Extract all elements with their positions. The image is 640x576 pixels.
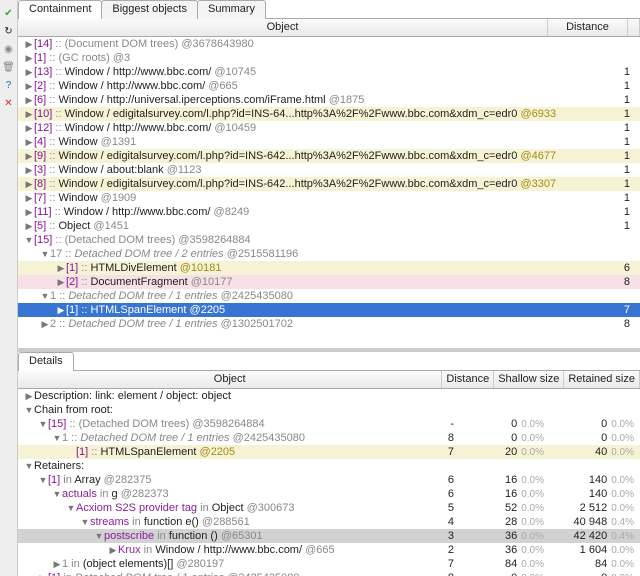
detail-row[interactable]: [1] :: HTMLSpanElement @22057200.0%400.0… <box>18 445 640 459</box>
tree-row[interactable]: [4] :: Window @13911 <box>18 135 640 149</box>
detail-row[interactable]: Acxiom S2S provider tag in Object @30067… <box>18 501 640 515</box>
tree-row[interactable]: [13] :: Window / http://www.bbc.com/ @10… <box>18 65 640 79</box>
tree-row[interactable]: [2] :: DocumentFragment @101778 <box>18 275 640 289</box>
toolbar: ✔ ↻ ◉ 🗑 ? ✕ <box>0 0 18 576</box>
detail-row[interactable]: actuals in g @2823736160.0%1400.0% <box>18 487 640 501</box>
tree-row[interactable]: [14] :: (Document DOM trees) @3678643980 <box>18 37 640 51</box>
circle-icon[interactable]: ◉ <box>1 42 17 58</box>
reload-icon[interactable]: ↻ <box>1 24 17 40</box>
object-tree[interactable]: [14] :: (Document DOM trees) @3678643980… <box>18 37 640 352</box>
detail-row[interactable]: [15] :: (Detached DOM trees) @3598264884… <box>18 417 640 431</box>
tab-summary[interactable]: Summary <box>197 0 266 19</box>
detail-row[interactable]: streams in function e() @2885614280.0%40… <box>18 515 640 529</box>
tab-details[interactable]: Details <box>18 352 74 371</box>
trash-icon[interactable]: 🗑 <box>1 60 17 76</box>
detail-row[interactable]: postscribe in function () @653013360.0%4… <box>18 529 640 543</box>
detail-row[interactable]: Description: link: element / object: obj… <box>18 389 640 403</box>
tree-row[interactable]: 17 :: Detached DOM tree / 2 entries @251… <box>18 247 640 261</box>
tree-row[interactable]: [3] :: Window / about:blank @11231 <box>18 163 640 177</box>
tree-row[interactable]: 2 :: Detached DOM tree / 1 entries @1302… <box>18 317 640 331</box>
detail-row[interactable]: Chain from root: <box>18 403 640 417</box>
tab-biggest[interactable]: Biggest objects <box>101 0 198 19</box>
details-tabs: Details <box>18 352 640 371</box>
dcol-distance[interactable]: Distance <box>442 371 494 388</box>
tree-row[interactable]: [10] :: Window / edigitalsurvey.com/l.ph… <box>18 107 640 121</box>
tree-row[interactable]: [11] :: Window / http://www.bbc.com/ @82… <box>18 205 640 219</box>
verify-icon[interactable]: ✔ <box>1 6 17 22</box>
tree-row[interactable]: [12] :: Window / http://www.bbc.com/ @10… <box>18 121 640 135</box>
tree-row[interactable]: 1 :: Detached DOM tree / 1 entries @2425… <box>18 289 640 303</box>
detail-row[interactable]: 1 :: Detached DOM tree / 1 entries @2425… <box>18 431 640 445</box>
tree-row[interactable]: [2] :: Window / http://www.bbc.com/ @665… <box>18 79 640 93</box>
tree-row[interactable]: [1] :: HTMLDivElement @101816 <box>18 261 640 275</box>
tab-containment[interactable]: Containment <box>18 0 102 19</box>
col-object[interactable]: Object <box>18 19 548 36</box>
detail-row[interactable]: [1] in Array @2823756160.0%1400.0% <box>18 473 640 487</box>
details-tree[interactable]: Description: link: element / object: obj… <box>18 389 640 576</box>
detail-row[interactable]: Retainers: <box>18 459 640 473</box>
tree-row[interactable]: [1] :: (GC roots) @3 <box>18 51 640 65</box>
help-icon[interactable]: ? <box>1 78 17 94</box>
tree-row[interactable]: [5] :: Object @14511 <box>18 219 640 233</box>
view-tabs: Containment Biggest objects Summary <box>18 0 640 19</box>
tree-row[interactable]: [7] :: Window @19091 <box>18 191 640 205</box>
detail-row[interactable]: [1] in Detached DOM tree / 1 entries @24… <box>18 571 640 576</box>
tree-row[interactable]: [8] :: Window / edigitalsurvey.com/l.php… <box>18 177 640 191</box>
tree-row[interactable]: [15] :: (Detached DOM trees) @3598264884 <box>18 233 640 247</box>
details-header: Object Distance Shallow size Retained si… <box>18 371 640 389</box>
close-icon[interactable]: ✕ <box>1 96 17 112</box>
tree-row[interactable]: [6] :: Window / http://universal.ipercep… <box>18 93 640 107</box>
dcol-shallow[interactable]: Shallow size <box>494 371 564 388</box>
col-distance[interactable]: Distance <box>548 19 628 36</box>
top-header: Object Distance <box>18 19 640 37</box>
tree-row[interactable]: [9] :: Window / edigitalsurvey.com/l.php… <box>18 149 640 163</box>
dcol-retained[interactable]: Retained size <box>564 371 640 388</box>
detail-row[interactable]: Krux in Window / http://www.bbc.com/ @66… <box>18 543 640 557</box>
dcol-object[interactable]: Object <box>18 371 442 388</box>
detail-row[interactable]: 1 in (object elements)[] @2801977840.0%8… <box>18 557 640 571</box>
tree-row[interactable]: [1] :: HTMLSpanElement @22057 <box>18 303 640 317</box>
